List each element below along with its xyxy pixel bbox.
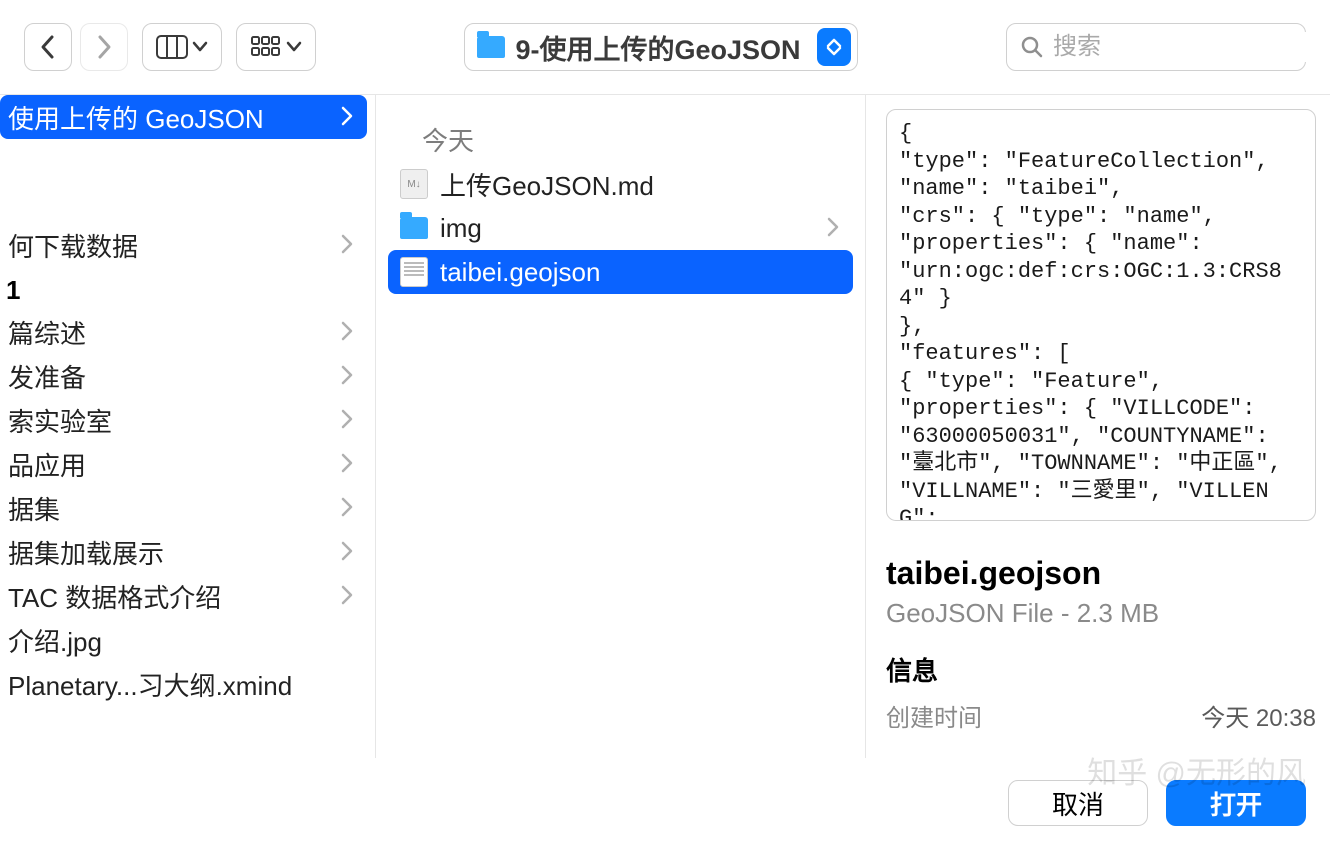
- column-view: 使用上传的 GeoJSON 何下载数据1 篇综述发准备索实验室品应用据集据集加载展示…: [0, 94, 1330, 758]
- chevron-right-icon: [341, 230, 353, 261]
- chevron-right-icon: [341, 493, 353, 524]
- item-label: 何下载数据: [0, 227, 341, 264]
- section-header: 1: [0, 267, 375, 310]
- group-by-button[interactable]: [236, 23, 316, 71]
- file-kind: GeoJSON File - 2.3 MB: [886, 598, 1316, 629]
- search-input[interactable]: [1051, 32, 1330, 62]
- chevron-right-icon: [341, 581, 353, 612]
- file-preview: { "type": "FeatureCollection", "name": "…: [886, 109, 1316, 521]
- grid-icon: [251, 36, 281, 58]
- search-icon: [1021, 36, 1043, 58]
- item-label: TAC 数据格式介绍: [0, 578, 341, 615]
- list-item[interactable]: M↓ 上传GeoJSON.md: [388, 162, 853, 206]
- chevron-down-icon: [287, 42, 301, 52]
- chevron-left-icon: [41, 36, 55, 58]
- chevron-down-icon: [193, 42, 207, 52]
- footer: 知乎 @无形的风 取消 打开: [0, 758, 1330, 848]
- chevron-right-icon: [341, 537, 353, 568]
- cancel-button[interactable]: 取消: [1008, 780, 1148, 826]
- chevron-down-icon: [827, 47, 841, 55]
- item-label: img: [440, 213, 815, 244]
- created-row: 创建时间 今天 20:38: [886, 698, 1316, 733]
- column-2: 今天 M↓ 上传GeoJSON.md img taibei.geojson: [376, 95, 866, 758]
- list-item[interactable]: taibei.geojson: [388, 250, 853, 294]
- list-item[interactable]: TAC 数据格式介绍: [0, 574, 367, 618]
- item-label: 使用上传的 GeoJSON: [0, 99, 341, 136]
- item-label: 上传GeoJSON.md: [440, 166, 839, 203]
- item-label: 篇综述: [0, 314, 341, 351]
- list-item[interactable]: [0, 179, 367, 223]
- created-label: 创建时间: [886, 698, 982, 733]
- chevron-right-icon: [341, 102, 353, 133]
- list-item[interactable]: 何下载数据: [0, 223, 367, 267]
- section-header: 今天: [376, 95, 865, 158]
- info-header: 信息: [886, 651, 1316, 688]
- forward-button[interactable]: [80, 23, 128, 71]
- item-label: 据集: [0, 490, 341, 527]
- document-file-icon: [400, 257, 428, 287]
- item-label: 发准备: [0, 358, 341, 395]
- file-name: taibei.geojson: [886, 555, 1316, 592]
- back-button[interactable]: [24, 23, 72, 71]
- item-label: Planetary...习大纲.xmind: [0, 666, 353, 703]
- column-1: 使用上传的 GeoJSON 何下载数据1 篇综述发准备索实验室品应用据集据集加载展示…: [0, 95, 376, 758]
- view-mode-button[interactable]: [142, 23, 222, 71]
- item-label: 索实验室: [0, 402, 341, 439]
- updown-button[interactable]: [817, 28, 851, 66]
- created-value: 今天 20:38: [1201, 698, 1316, 733]
- preview-pane: { "type": "FeatureCollection", "name": "…: [866, 95, 1330, 758]
- toolbar: 9-使用上传的GeoJSON: [0, 0, 1330, 94]
- chevron-right-icon: [341, 449, 353, 480]
- item-label: 介绍.jpg: [0, 622, 353, 659]
- list-item[interactable]: 品应用: [0, 442, 367, 486]
- list-item[interactable]: 发准备: [0, 354, 367, 398]
- list-item[interactable]: 据集: [0, 486, 367, 530]
- chevron-right-icon: [341, 405, 353, 436]
- item-label: taibei.geojson: [440, 257, 839, 288]
- columns-icon: [157, 36, 187, 58]
- chevron-up-icon: [827, 39, 841, 47]
- folder-icon: [477, 36, 505, 58]
- chevron-right-icon: [97, 36, 111, 58]
- list-item[interactable]: 篇综述: [0, 310, 367, 354]
- open-button[interactable]: 打开: [1166, 780, 1306, 826]
- list-item[interactable]: 索实验室: [0, 398, 367, 442]
- chevron-right-icon: [341, 361, 353, 392]
- list-item[interactable]: 使用上传的 GeoJSON: [0, 95, 367, 139]
- search-box[interactable]: [1006, 23, 1306, 71]
- list-item[interactable]: img: [388, 206, 853, 250]
- chevron-right-icon: [827, 213, 839, 244]
- list-item[interactable]: Planetary...习大纲.xmind: [0, 662, 367, 706]
- list-item[interactable]: 据集加载展示: [0, 530, 367, 574]
- item-label: 品应用: [0, 446, 341, 483]
- path-label: 9-使用上传的GeoJSON: [515, 28, 800, 67]
- chevron-right-icon: [341, 317, 353, 348]
- markdown-file-icon: M↓: [400, 169, 428, 199]
- path-selector[interactable]: 9-使用上传的GeoJSON: [464, 23, 857, 71]
- folder-icon: [400, 217, 428, 239]
- item-label: 据集加载展示: [0, 534, 341, 571]
- list-item[interactable]: 介绍.jpg: [0, 618, 367, 662]
